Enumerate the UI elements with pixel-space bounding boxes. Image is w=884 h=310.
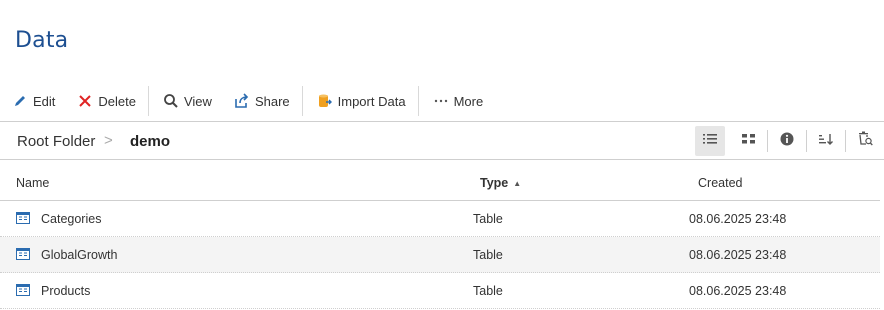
column-header-type-label: Type: [480, 176, 509, 190]
row-type: Table: [473, 284, 503, 298]
edit-label: Edit: [33, 93, 56, 109]
table-icon: [16, 248, 30, 263]
view-tools: [691, 126, 884, 156]
table-row[interactable]: GlobalGrowth Table 08.06.2025 23:48: [0, 237, 880, 273]
row-created: 08.06.2025 23:48: [689, 248, 787, 262]
sort-ascending-icon: ▲: [513, 179, 522, 189]
file-table: Name Type ▲ Created Categories Table 08.0…: [0, 160, 880, 309]
toolbar-divider: [301, 86, 303, 116]
toolbar-divider: [417, 86, 419, 116]
more-dots-icon: [433, 93, 449, 109]
row-name[interactable]: GlobalGrowth: [41, 248, 117, 262]
column-header-created[interactable]: Created: [698, 176, 742, 190]
page-title: Data: [15, 28, 69, 53]
view-button[interactable]: View: [151, 86, 222, 116]
info-button[interactable]: [772, 126, 802, 156]
close-icon: [77, 93, 93, 109]
pencil-icon: [12, 93, 28, 109]
import-database-icon: [317, 93, 333, 109]
list-view-button[interactable]: [695, 126, 725, 156]
row-created: 08.06.2025 23:48: [689, 284, 787, 298]
sort-icon: [819, 132, 833, 151]
import-data-label: Import Data: [337, 93, 406, 109]
view-tools-divider: [806, 130, 807, 152]
view-tools-divider: [845, 130, 846, 152]
search-icon: [163, 93, 179, 109]
row-name[interactable]: Products: [41, 284, 90, 298]
recycle-bin-search-icon: [858, 131, 873, 151]
delete-button[interactable]: Delete: [65, 86, 146, 116]
info-icon: [780, 132, 794, 151]
breadcrumb-separator: >: [104, 132, 113, 149]
more-button[interactable]: More: [421, 86, 494, 116]
breadcrumb-current: demo: [130, 133, 171, 150]
row-name[interactable]: Categories: [41, 212, 101, 226]
grid-view-button[interactable]: [733, 126, 763, 156]
edit-button[interactable]: Edit: [0, 86, 65, 116]
table-icon: [16, 212, 30, 227]
view-label: View: [183, 93, 212, 109]
share-label: Share: [254, 93, 290, 109]
view-tools-divider: [767, 130, 768, 152]
recycle-bin-button[interactable]: [850, 126, 880, 156]
table-header: Name Type ▲ Created: [0, 160, 880, 201]
share-button[interactable]: Share: [222, 86, 300, 116]
column-header-type[interactable]: Type ▲: [480, 176, 521, 190]
table-icon: [16, 284, 30, 299]
row-type: Table: [473, 212, 503, 226]
toolbar-divider: [147, 86, 149, 116]
breadcrumb: Root Folder > demo: [0, 121, 884, 160]
share-icon: [234, 93, 250, 109]
row-type: Table: [473, 248, 503, 262]
toolbar: Edit Delete View Share Import Data More: [0, 86, 493, 116]
sort-button[interactable]: [811, 126, 841, 156]
table-row[interactable]: Products Table 08.06.2025 23:48: [0, 273, 880, 309]
table-row[interactable]: Categories Table 08.06.2025 23:48: [0, 201, 880, 237]
delete-label: Delete: [98, 93, 136, 109]
column-header-name[interactable]: Name: [16, 176, 49, 190]
breadcrumb-root-folder[interactable]: Root Folder: [17, 133, 95, 150]
more-label: More: [453, 93, 484, 109]
row-created: 08.06.2025 23:48: [689, 212, 787, 226]
list-view-icon: [703, 132, 717, 150]
import-data-button[interactable]: Import Data: [305, 86, 416, 116]
grid-view-icon: [741, 132, 755, 150]
